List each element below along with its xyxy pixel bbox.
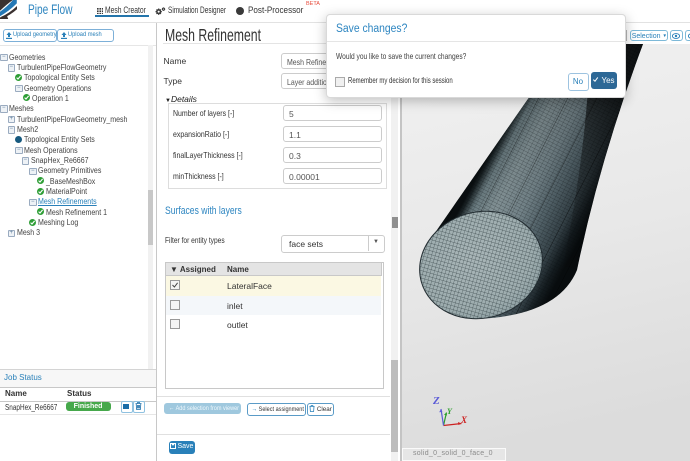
svg-text:X: X bbox=[460, 415, 468, 425]
svg-text:Z: Z bbox=[432, 395, 440, 407]
